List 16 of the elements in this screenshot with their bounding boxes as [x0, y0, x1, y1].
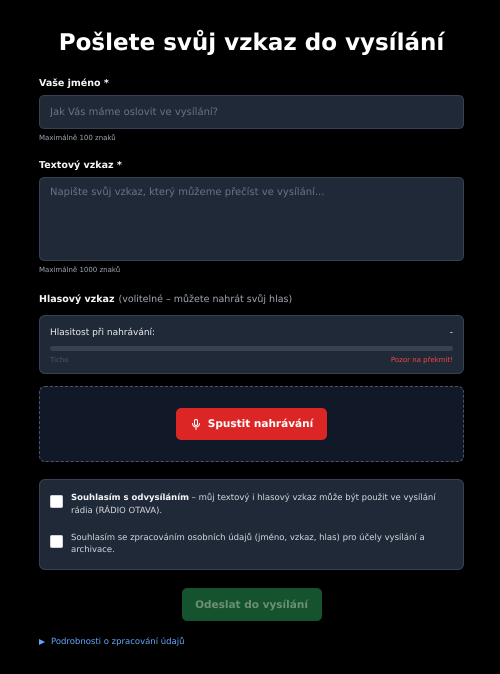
meter-label: Hlasitost při nahrávání:	[50, 328, 156, 338]
consent-checkbox[interactable]	[50, 534, 63, 548]
record-button[interactable]: Spustit nahrávání	[176, 408, 328, 440]
field-note: (volitelné – můžete nahrát svůj hlas)	[118, 294, 292, 305]
consent-checkbox[interactable]	[50, 495, 63, 508]
microphone-icon	[190, 418, 202, 430]
field-label: Vaše jméno *	[39, 78, 110, 89]
message-input-field[interactable]: Napište svůj vzkaz, který můžeme přečíst ve vysílání...	[39, 177, 464, 261]
details-link[interactable]: Podrobnosti o zpracování údajů	[51, 637, 185, 647]
meter-reading: -	[450, 328, 453, 338]
consent-text: Souhlasím se zpracováním osobních údajů (jméno, vzkaz, hlas) pro účely vysílání a archivace.	[71, 532, 426, 557]
disclosure-triangle-icon[interactable]	[39, 639, 45, 645]
field-label: Textový vzkaz *	[39, 160, 123, 171]
field-label: Hlasový vzkaz	[39, 294, 114, 305]
page-title: Pošlete svůj vzkaz do vysílání	[58, 30, 446, 56]
consent-text: Souhlasím s odvysíláním – můj textový i hlasový vzkaz může být použit ve vysílání rádia (RÁDIO OTAVA).	[71, 492, 437, 518]
